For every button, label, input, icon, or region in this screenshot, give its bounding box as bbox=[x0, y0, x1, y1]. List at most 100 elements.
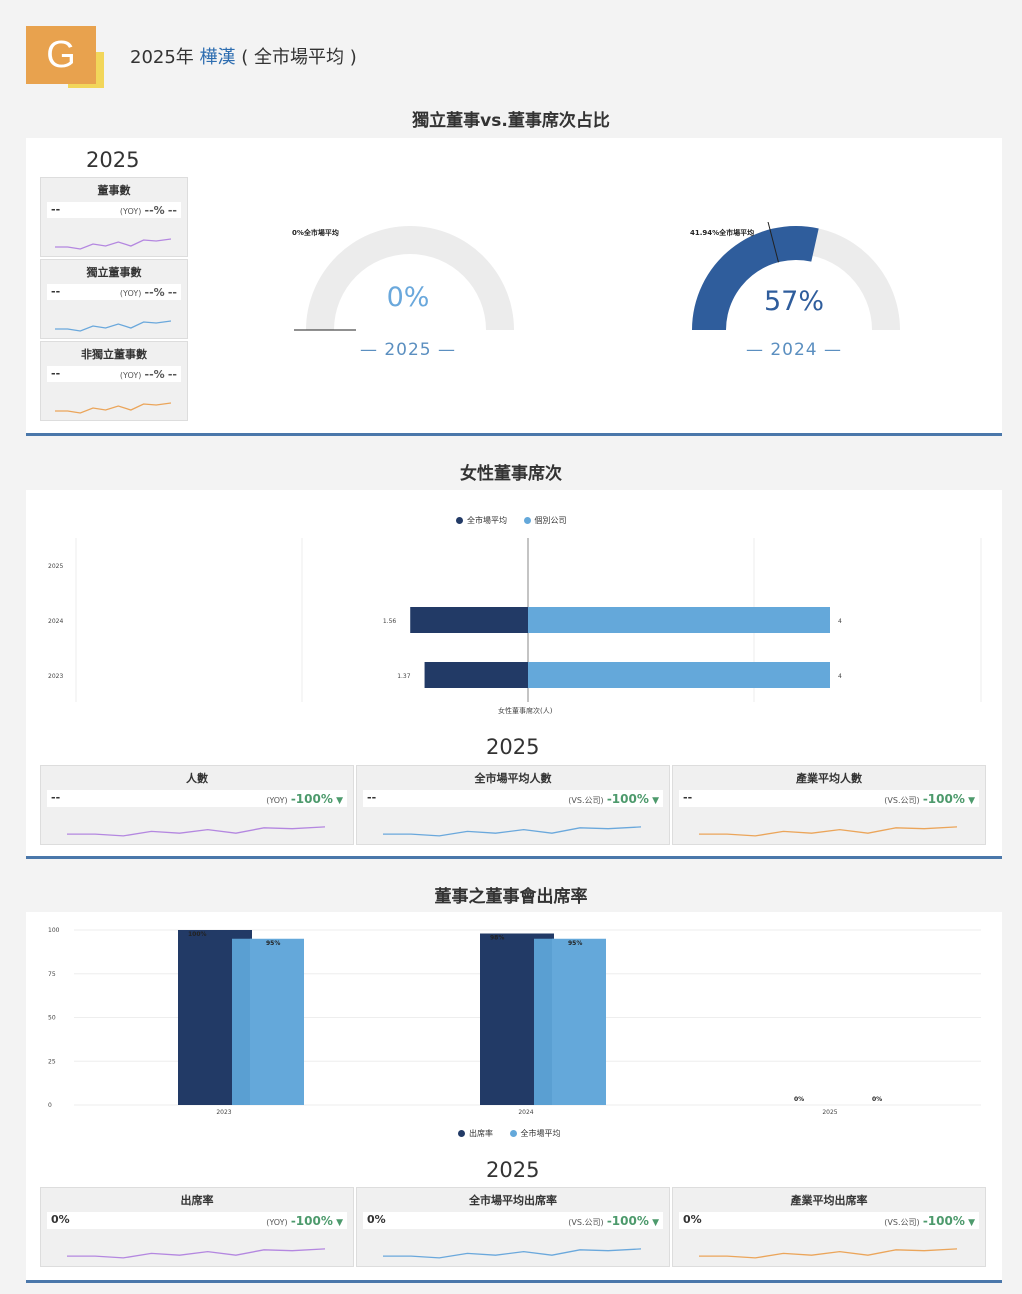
metric-card-change: (YOY) --% -- bbox=[120, 368, 177, 381]
x-tick-label: 2023 bbox=[216, 1109, 231, 1116]
legend-item-company[interactable]: 個別公司 bbox=[523, 516, 567, 525]
bar-company bbox=[528, 607, 830, 633]
attendance-chart-legend[interactable]: 出席率 全市場平均 bbox=[458, 1128, 575, 1139]
kpi-card-row: -- (VS.公司) -100% ▼ bbox=[679, 790, 979, 807]
metric-card-ref: (YOY) bbox=[119, 371, 142, 380]
bar-market-avg bbox=[424, 662, 528, 688]
metric-card-pct: --% bbox=[144, 204, 165, 217]
kpi-card-change: (VS.公司) -100% ▼ bbox=[568, 792, 659, 806]
sparkline bbox=[67, 1248, 325, 1259]
bar-market-avg bbox=[410, 607, 528, 633]
kpi-card-change: (VS.公司) -100% ▼ bbox=[884, 1214, 975, 1228]
gauge-2025: 0% — 2025 — 0%全市場平均 bbox=[288, 222, 528, 372]
y-tick-label: 2023 bbox=[48, 673, 63, 680]
sparkline bbox=[67, 826, 325, 837]
kpi-card[interactable]: 全市場平均人數 -- (VS.公司) -100% ▼ bbox=[356, 765, 670, 845]
kpi-card-ref: (VS.公司) bbox=[568, 1218, 604, 1227]
sparkline-path bbox=[383, 826, 641, 837]
title-suffix: ( 全市場平均 ) bbox=[241, 47, 357, 68]
kpi-card-value: -- bbox=[367, 791, 377, 804]
sparkline-path bbox=[55, 402, 171, 414]
y-tick-label: 2025 bbox=[48, 563, 63, 570]
kpi-card-ref: (YOY) bbox=[266, 796, 288, 805]
bar-overlap bbox=[534, 938, 554, 1105]
kpi-card-value: 0% bbox=[51, 1213, 70, 1226]
section-title-attendance: 董事之董事會出席率 bbox=[434, 887, 588, 907]
y-tick-label: 25 bbox=[48, 1058, 56, 1065]
down-arrow-icon: ▼ bbox=[968, 796, 975, 806]
kpi-card-value: 0% bbox=[683, 1213, 702, 1226]
sparkline-path bbox=[67, 1248, 325, 1259]
metric-card-row: -- (YOY) --% -- bbox=[47, 202, 181, 218]
sparkline-path bbox=[67, 826, 325, 837]
kpi-card[interactable]: 全市場平均出席率 0% (VS.公司) -100% ▼ bbox=[356, 1187, 670, 1267]
metric-card-pct: --% bbox=[144, 368, 165, 381]
kpi-card-title: 全市場平均出席率 bbox=[469, 1194, 557, 1207]
sparkline bbox=[383, 826, 641, 837]
metric-card-value: -- bbox=[51, 285, 61, 298]
metric-card[interactable]: 獨立董事數 -- (YOY) --% -- bbox=[40, 259, 188, 339]
down-arrow-icon: ▼ bbox=[336, 1218, 343, 1228]
bar-label-attendance: 98% bbox=[490, 935, 504, 942]
metric-card-change: (YOY) --% -- bbox=[120, 286, 177, 299]
kpi-card-row: -- (VS.公司) -100% ▼ bbox=[363, 790, 663, 807]
kpi-card-change: (YOY) -100% ▼ bbox=[266, 792, 343, 806]
page-header: G 2025年 樺漢 ( 全市場平均 ) bbox=[26, 26, 986, 88]
bar-label-company: 4 bbox=[838, 618, 842, 625]
attendance-chart: 0 25 50 75 100 100% 95% 2023 98% 95% 2024 0% 0% 2025 bbox=[48, 927, 981, 1116]
section-title-independent-directors: 獨立董事vs.董事席次占比 bbox=[412, 111, 610, 131]
metric-card[interactable]: 非獨立董事數 -- (YOY) --% -- bbox=[40, 341, 188, 421]
down-arrow-icon: ▼ bbox=[336, 796, 343, 806]
kpi-card[interactable]: 出席率 0% (YOY) -100% ▼ bbox=[40, 1187, 354, 1267]
bar-label-market-avg: 1.37 bbox=[397, 673, 411, 680]
legend-item-attendance[interactable]: 出席率 bbox=[458, 1129, 493, 1138]
gauge-2025-value: 0% bbox=[386, 282, 430, 313]
kpi-card[interactable]: 產業平均出席率 0% (VS.公司) -100% ▼ bbox=[672, 1187, 986, 1267]
metric-card-pct: --% bbox=[144, 286, 165, 299]
page-title: 2025年 樺漢 ( 全市場平均 ) bbox=[130, 43, 357, 69]
legend-item-market-avg[interactable]: 全市場平均 bbox=[456, 516, 507, 525]
legend-dot-attendance bbox=[458, 1130, 465, 1137]
metric-card-change: (YOY) --% -- bbox=[120, 204, 177, 217]
kpi-card-change: (VS.公司) -100% ▼ bbox=[568, 1214, 659, 1228]
kpi-card-change: (YOY) -100% ▼ bbox=[266, 1214, 343, 1228]
section-title-female-directors: 女性董事席次 bbox=[460, 464, 562, 484]
kpi-card-change-value: -100% bbox=[606, 792, 649, 806]
kpi-card-change-value: -100% bbox=[922, 792, 965, 806]
legend-dot-market-avg bbox=[456, 517, 463, 524]
metric-card-title: 董事數 bbox=[97, 184, 131, 197]
sparkline bbox=[55, 238, 171, 250]
gauge-2025-svg bbox=[294, 226, 514, 331]
metric-card-value: -- bbox=[51, 203, 61, 216]
kpi-card-change-value: -100% bbox=[290, 792, 333, 806]
legend-label-market-avg-attendance: 全市場平均 bbox=[520, 1129, 561, 1138]
sparkline bbox=[55, 402, 171, 414]
sparkline bbox=[383, 1248, 641, 1259]
metric-card[interactable]: 董事數 -- (YOY) --% -- bbox=[40, 177, 188, 257]
y-tick-label: 2024 bbox=[48, 618, 63, 625]
kpi-card-change-value: -100% bbox=[606, 1214, 649, 1228]
legend-dot-company bbox=[523, 517, 531, 524]
sparkline bbox=[55, 320, 171, 332]
bar-label-attendance: 100% bbox=[188, 931, 207, 938]
gauge-2025-year: — 2025 — bbox=[359, 340, 457, 360]
metric-card-trail: -- bbox=[167, 368, 177, 381]
female-directors-chart: 2025 2024 1.56 4 2023 1.37 4 bbox=[48, 538, 982, 702]
sparkline-path bbox=[699, 826, 957, 837]
metric-card-ref: (YOY) bbox=[119, 207, 142, 216]
metric-card-title: 非獨立董事數 bbox=[81, 348, 147, 361]
legend-dot-market-avg-attendance bbox=[509, 1130, 517, 1137]
sparkline bbox=[699, 1248, 957, 1259]
company-name[interactable]: 樺漢 bbox=[200, 47, 236, 68]
y-tick-label: 100 bbox=[48, 927, 60, 934]
title-year: 2025年 bbox=[130, 47, 194, 68]
kpi-card[interactable]: 產業平均人數 -- (VS.公司) -100% ▼ bbox=[672, 765, 986, 845]
female-chart-legend[interactable]: 全市場平均 個別公司 bbox=[456, 515, 581, 526]
kpi-card-value: -- bbox=[51, 791, 61, 804]
bar-market-avg bbox=[552, 938, 606, 1105]
section3-year: 2025 bbox=[486, 1158, 540, 1182]
kpi-card-ref: (VS.公司) bbox=[884, 796, 920, 805]
kpi-card[interactable]: 人數 -- (YOY) -100% ▼ bbox=[40, 765, 354, 845]
gauge-2024-value: 57% bbox=[763, 286, 824, 317]
legend-item-market-avg-attendance[interactable]: 全市場平均 bbox=[509, 1129, 561, 1138]
